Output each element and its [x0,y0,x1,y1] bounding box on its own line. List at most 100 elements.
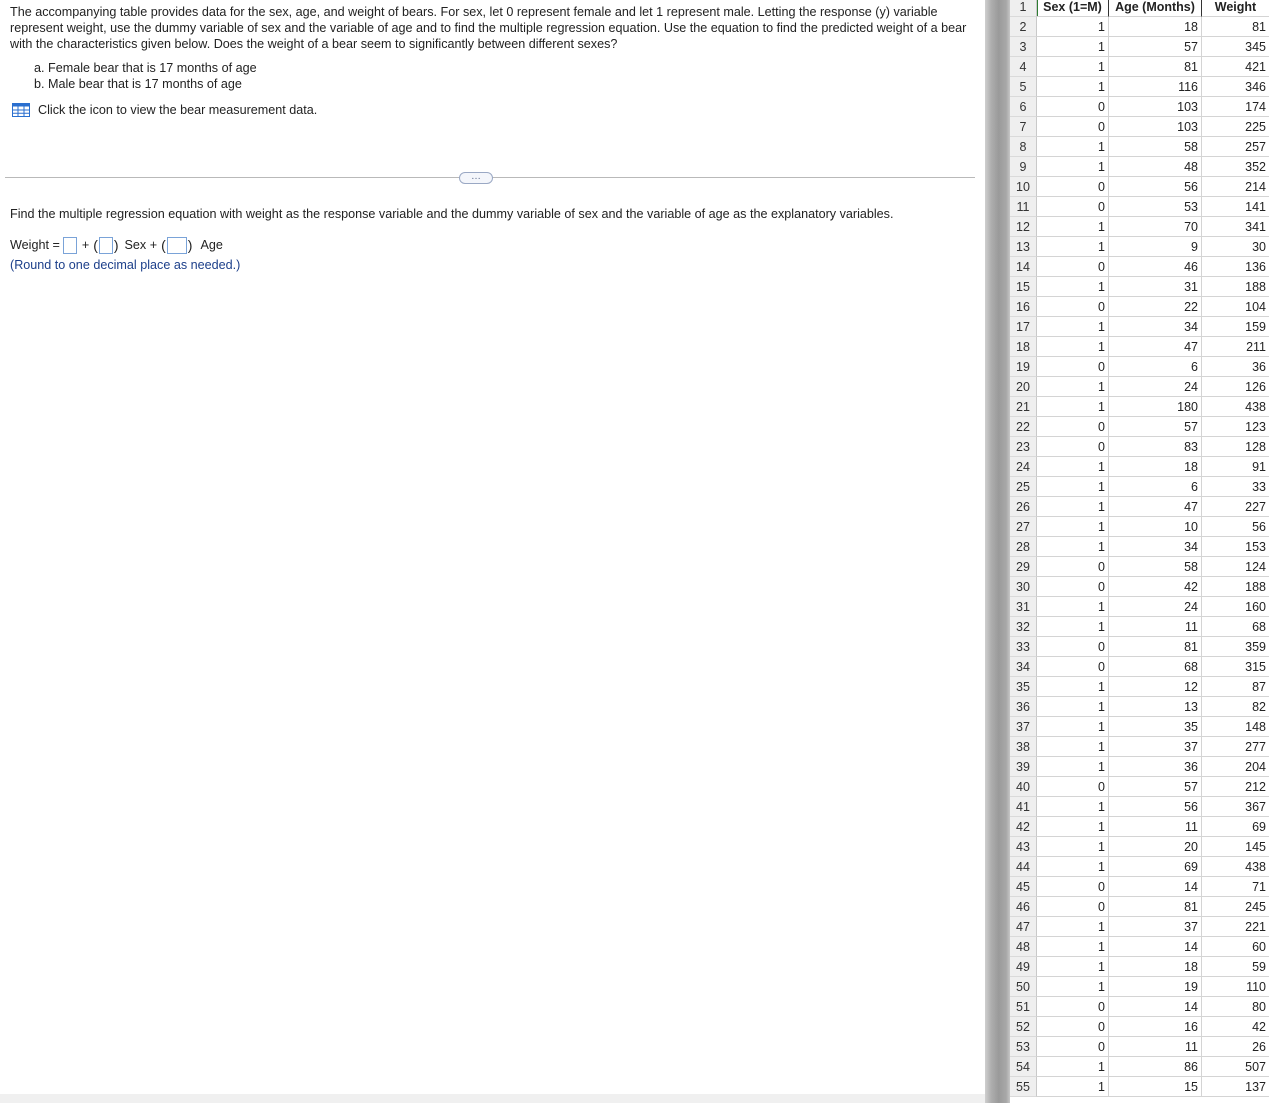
weight-cell[interactable]: 352 [1202,157,1269,177]
weight-cell[interactable]: 359 [1202,637,1269,657]
weight-cell[interactable]: 245 [1202,897,1269,917]
age-cell[interactable]: 24 [1109,377,1202,397]
weight-cell[interactable]: 59 [1202,957,1269,977]
age-cell[interactable]: 9 [1109,237,1202,257]
sex-cell[interactable]: 0 [1037,577,1109,597]
age-cell[interactable]: 81 [1109,897,1202,917]
sex-cell[interactable]: 1 [1037,37,1109,57]
view-data-text[interactable]: Click the icon to view the bear measurem… [38,102,317,118]
weight-cell[interactable]: 227 [1202,497,1269,517]
weight-cell[interactable]: 421 [1202,57,1269,77]
sex-cell[interactable]: 1 [1037,817,1109,837]
sex-cell[interactable]: 1 [1037,1057,1109,1077]
sex-cell[interactable]: 1 [1037,157,1109,177]
weight-cell[interactable]: 141 [1202,197,1269,217]
weight-cell[interactable]: 80 [1202,997,1269,1017]
weight-cell[interactable]: 33 [1202,477,1269,497]
sex-cell[interactable]: 0 [1037,417,1109,437]
age-cell[interactable]: 37 [1109,917,1202,937]
weight-cell[interactable]: 148 [1202,717,1269,737]
weight-cell[interactable]: 56 [1202,517,1269,537]
panel-splitter[interactable] [985,0,1010,1103]
view-data-link[interactable]: Click the icon to view the bear measurem… [12,102,317,118]
weight-cell[interactable]: 225 [1202,117,1269,137]
weight-cell[interactable]: 91 [1202,457,1269,477]
age-cell[interactable]: 116 [1109,77,1202,97]
sex-cell[interactable]: 0 [1037,197,1109,217]
age-cell[interactable]: 68 [1109,657,1202,677]
age-cell[interactable]: 83 [1109,437,1202,457]
header-weight[interactable]: Weight [1202,0,1269,17]
weight-cell[interactable]: 160 [1202,597,1269,617]
sex-cell[interactable]: 1 [1037,377,1109,397]
sex-cell[interactable]: 0 [1037,437,1109,457]
sex-cell[interactable]: 1 [1037,537,1109,557]
age-cell[interactable]: 11 [1109,617,1202,637]
weight-cell[interactable]: 153 [1202,537,1269,557]
weight-cell[interactable]: 221 [1202,917,1269,937]
table-icon[interactable] [12,103,30,117]
weight-cell[interactable]: 36 [1202,357,1269,377]
age-cell[interactable]: 15 [1109,1077,1202,1097]
weight-cell[interactable]: 26 [1202,1037,1269,1057]
sex-cell[interactable]: 1 [1037,77,1109,97]
sex-cell[interactable]: 1 [1037,797,1109,817]
age-cell[interactable]: 14 [1109,877,1202,897]
weight-cell[interactable]: 159 [1202,317,1269,337]
sex-cell[interactable]: 1 [1037,837,1109,857]
weight-cell[interactable]: 438 [1202,857,1269,877]
age-cell[interactable]: 31 [1109,277,1202,297]
sex-cell[interactable]: 0 [1037,637,1109,657]
sex-cell[interactable]: 1 [1037,917,1109,937]
sex-cell[interactable]: 0 [1037,357,1109,377]
sex-cell[interactable]: 0 [1037,997,1109,1017]
age-cell[interactable]: 47 [1109,337,1202,357]
weight-cell[interactable]: 126 [1202,377,1269,397]
age-cell[interactable]: 81 [1109,637,1202,657]
age-cell[interactable]: 18 [1109,957,1202,977]
age-cell[interactable]: 16 [1109,1017,1202,1037]
age-cell[interactable]: 58 [1109,137,1202,157]
age-cell[interactable]: 34 [1109,537,1202,557]
weight-cell[interactable]: 438 [1202,397,1269,417]
weight-cell[interactable]: 315 [1202,657,1269,677]
weight-cell[interactable]: 69 [1202,817,1269,837]
sex-cell[interactable]: 1 [1037,717,1109,737]
weight-cell[interactable]: 136 [1202,257,1269,277]
age-cell[interactable]: 20 [1109,837,1202,857]
age-cell[interactable]: 6 [1109,357,1202,377]
age-cell[interactable]: 22 [1109,297,1202,317]
weight-cell[interactable]: 188 [1202,577,1269,597]
age-cell[interactable]: 19 [1109,977,1202,997]
sex-cell[interactable]: 1 [1037,497,1109,517]
weight-cell[interactable]: 81 [1202,17,1269,37]
age-cell[interactable]: 42 [1109,577,1202,597]
expand-button[interactable]: … [459,172,493,184]
weight-cell[interactable]: 204 [1202,757,1269,777]
age-cell[interactable]: 56 [1109,177,1202,197]
age-cell[interactable]: 180 [1109,397,1202,417]
sex-cell[interactable]: 1 [1037,57,1109,77]
sex-cell[interactable]: 0 [1037,1037,1109,1057]
sex-cell[interactable]: 1 [1037,857,1109,877]
age-cell[interactable]: 46 [1109,257,1202,277]
sex-cell[interactable]: 1 [1037,697,1109,717]
sex-cell[interactable]: 0 [1037,1017,1109,1037]
sex-cell[interactable]: 0 [1037,657,1109,677]
weight-cell[interactable]: 60 [1202,937,1269,957]
sex-cell[interactable]: 1 [1037,337,1109,357]
age-cell[interactable]: 103 [1109,97,1202,117]
age-cell[interactable]: 47 [1109,497,1202,517]
age-cell[interactable]: 81 [1109,57,1202,77]
sex-cell[interactable]: 0 [1037,297,1109,317]
sex-cell[interactable]: 1 [1037,277,1109,297]
sex-cell[interactable]: 1 [1037,957,1109,977]
weight-cell[interactable]: 68 [1202,617,1269,637]
weight-cell[interactable]: 128 [1202,437,1269,457]
age-cell[interactable]: 57 [1109,777,1202,797]
sex-cell[interactable]: 1 [1037,737,1109,757]
age-cell[interactable]: 11 [1109,1037,1202,1057]
age-cell[interactable]: 53 [1109,197,1202,217]
sex-cell[interactable]: 1 [1037,937,1109,957]
age-cell[interactable]: 36 [1109,757,1202,777]
